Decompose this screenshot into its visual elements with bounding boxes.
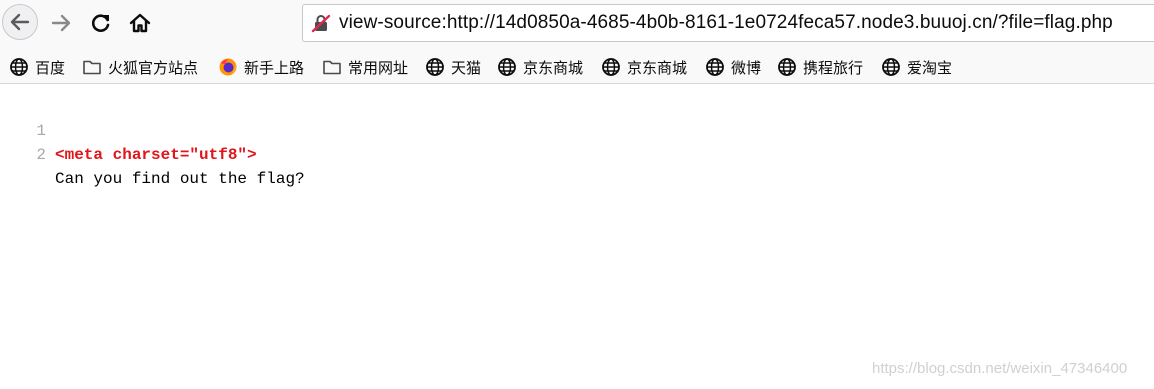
- back-button[interactable]: [2, 4, 38, 40]
- bookmark-label: 京东商城: [627, 59, 688, 77]
- bookmark-label: 京东商城: [523, 59, 584, 77]
- bookmark-common-sites[interactable]: 常用网址: [322, 56, 408, 78]
- bookmark-label: 常用网址: [348, 59, 409, 77]
- forward-button[interactable]: [44, 5, 78, 41]
- bookmark-label: 携程旅行: [803, 59, 864, 77]
- globe-icon: [778, 58, 796, 76]
- url-text[interactable]: view-source:http://14d0850a-4685-4b0b-81…: [339, 12, 1113, 34]
- globe-icon: [10, 58, 28, 76]
- source-code: <meta charset="utf8">: [55, 146, 257, 164]
- bookmark-label: 爱淘宝: [907, 59, 953, 77]
- browser-toolbar: view-source:http://14d0850a-4685-4b0b-81…: [0, 0, 1154, 50]
- firefox-icon: [219, 58, 237, 76]
- bookmark-getting-started[interactable]: 新手上路: [218, 56, 304, 78]
- bookmark-jd-2[interactable]: 京东商城: [601, 56, 687, 78]
- globe-icon: [882, 58, 900, 76]
- reload-button[interactable]: [84, 5, 118, 41]
- address-bar[interactable]: view-source:http://14d0850a-4685-4b0b-81…: [302, 4, 1154, 42]
- source-code: Can you find out the flag?: [55, 170, 305, 188]
- source-view: 1 <meta charset="utf8"> 2 Can you find o…: [0, 95, 1154, 188]
- arrow-right-icon: [51, 14, 71, 32]
- home-icon: [129, 13, 151, 33]
- globe-icon: [426, 58, 444, 76]
- bookmark-aitaobao[interactable]: 爱淘宝: [881, 56, 952, 78]
- bookmark-label: 火狐官方站点: [108, 59, 199, 77]
- globe-icon: [498, 58, 516, 76]
- insecure-lock-icon[interactable]: [311, 13, 331, 33]
- bookmark-tmall[interactable]: 天猫: [425, 56, 481, 78]
- globe-icon: [602, 58, 620, 76]
- reload-icon: [91, 14, 110, 32]
- bookmarks-toolbar: 百度 火狐官方站点 新手上路 常用网址 天猫 京东商城 京东商城 微博 携程旅行…: [0, 50, 1154, 84]
- bookmark-weibo[interactable]: 微博: [705, 56, 761, 78]
- line-number: 2: [36, 146, 46, 164]
- arrow-left-icon: [10, 13, 30, 31]
- home-button[interactable]: [123, 5, 157, 41]
- globe-icon: [706, 58, 724, 76]
- watermark: https://blog.csdn.net/weixin_47346400: [872, 360, 1128, 377]
- bookmark-label: 微博: [731, 59, 762, 77]
- bookmark-label: 新手上路: [244, 59, 305, 77]
- bookmark-label: 百度: [35, 59, 66, 77]
- bookmark-label: 天猫: [451, 59, 482, 77]
- bookmark-jd-1[interactable]: 京东商城: [497, 56, 583, 78]
- bookmark-ctrip[interactable]: 携程旅行: [777, 56, 863, 78]
- folder-icon: [83, 60, 101, 75]
- bookmark-baidu[interactable]: 百度: [9, 56, 65, 78]
- bookmark-firefox-official[interactable]: 火狐官方站点: [82, 56, 198, 78]
- source-line: 1 <meta charset="utf8">: [0, 95, 1154, 164]
- source-line: 2 Can you find out the flag?: [0, 119, 1154, 188]
- folder-icon: [323, 60, 341, 75]
